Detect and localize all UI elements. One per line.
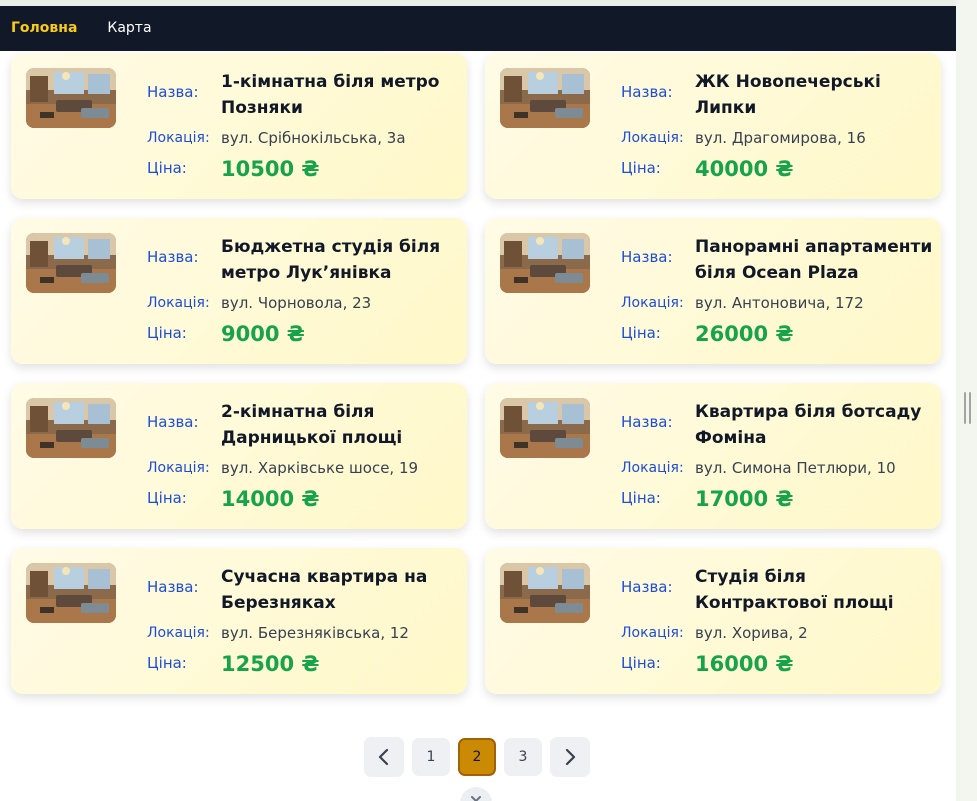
location-label: Локація: [147,295,210,311]
listing-card[interactable]: Назва: Бюджетна студія біля метро Лук’ян… [11,218,467,364]
name-label: Назва: [147,578,199,596]
listing-price: 16000 ₴ [695,652,794,676]
price-label: Ціна: [621,159,661,177]
listing-name: 1-кімнатна біля метро Позняки [221,72,440,118]
listing-name: Бюджетна студія біля метро Лук’янівка [221,237,441,283]
listings-page: Назва: 1-кімнатна біля метро Позняки Лок… [0,51,956,801]
nav-map-link[interactable]: Карта [107,6,151,51]
listing-location: вул. Драгомирова, 16 [695,129,866,147]
resize-handle[interactable] [964,392,971,424]
location-label: Локація: [621,130,684,146]
listing-photo [26,68,116,128]
listing-card[interactable]: Назва: ЖК Новопечерські Липки Локація: в… [485,53,941,199]
price-label: Ціна: [147,489,187,507]
listing-price: 26000 ₴ [695,322,794,346]
listing-photo [500,398,590,458]
listing-photo [26,398,116,458]
name-label: Назва: [147,413,199,431]
listing-card[interactable]: Назва: Квартира біля ботсаду Фоміна Лока… [485,383,941,529]
listing-card[interactable]: Назва: 1-кімнатна біля метро Позняки Лок… [11,53,467,199]
location-label: Локація: [621,295,684,311]
listing-card[interactable]: Назва: Студія біля Контрактової площі Ло… [485,548,941,694]
listing-card[interactable]: Назва: Сучасна квартира на Березняках Ло… [11,548,467,694]
close-icon [471,796,481,801]
pagination-page-1[interactable]: 1 [412,738,450,776]
price-label: Ціна: [621,654,661,672]
name-label: Назва: [621,413,673,431]
location-label: Локація: [621,460,684,476]
listing-photo [500,563,590,623]
listing-location: вул. Срібнокільська, 3а [221,129,406,147]
listing-location: вул. Чорновола, 23 [221,294,372,312]
listing-photo [500,233,590,293]
listing-photo [500,68,590,128]
listing-price: 10500 ₴ [221,157,320,181]
price-label: Ціна: [147,654,187,672]
listing-name: 2-кімнатна біля Дарницької площі [221,402,403,448]
listing-price: 17000 ₴ [695,487,794,511]
price-label: Ціна: [147,324,187,342]
listing-price: 14000 ₴ [221,487,320,511]
chevron-right-icon [565,748,576,766]
pagination-prev-button[interactable] [364,737,404,777]
name-label: Назва: [147,248,199,266]
floating-close-button[interactable] [460,787,492,801]
listing-location: вул. Антоновича, 172 [695,294,864,312]
listing-location: вул. Хорива, 2 [695,624,808,642]
nav-home-link[interactable]: Головна [11,6,77,51]
pagination-page-3[interactable]: 3 [504,738,542,776]
price-label: Ціна: [147,159,187,177]
price-label: Ціна: [621,489,661,507]
listing-price: 12500 ₴ [221,652,320,676]
pagination-next-button[interactable] [550,737,590,777]
listing-name: Панорамні апартаменти біля Ocean Plaza [695,237,933,283]
listing-name: Квартира біля ботсаду Фоміна [695,402,922,448]
listing-location: вул. Березняківська, 12 [221,624,409,642]
listing-name: ЖК Новопечерські Липки [695,72,881,118]
name-label: Назва: [621,83,673,101]
listing-price: 9000 ₴ [221,322,305,346]
top-navbar: Головна Карта [0,6,956,51]
location-label: Локація: [147,460,210,476]
listing-location: вул. Симона Петлюри, 10 [695,459,896,477]
location-label: Локація: [147,130,210,146]
name-label: Назва: [147,83,199,101]
name-label: Назва: [621,248,673,266]
name-label: Назва: [621,578,673,596]
location-label: Локація: [621,625,684,641]
listing-card[interactable]: Назва: 2-кімнатна біля Дарницької площі … [11,383,467,529]
pagination-page-2-current[interactable]: 2 [458,738,496,776]
price-label: Ціна: [621,324,661,342]
location-label: Локація: [147,625,210,641]
listing-price: 40000 ₴ [695,157,794,181]
listing-card[interactable]: Назва: Панорамні апартаменти біля Ocean … [485,218,941,364]
listing-location: вул. Харківське шосе, 19 [221,459,419,477]
listing-name: Сучасна квартира на Березняках [221,567,428,613]
pagination: 1 2 3 [364,737,590,777]
listing-photo [26,233,116,293]
listing-photo [26,563,116,623]
chevron-left-icon [378,748,389,766]
listing-name: Студія біля Контрактової площі [695,567,894,613]
